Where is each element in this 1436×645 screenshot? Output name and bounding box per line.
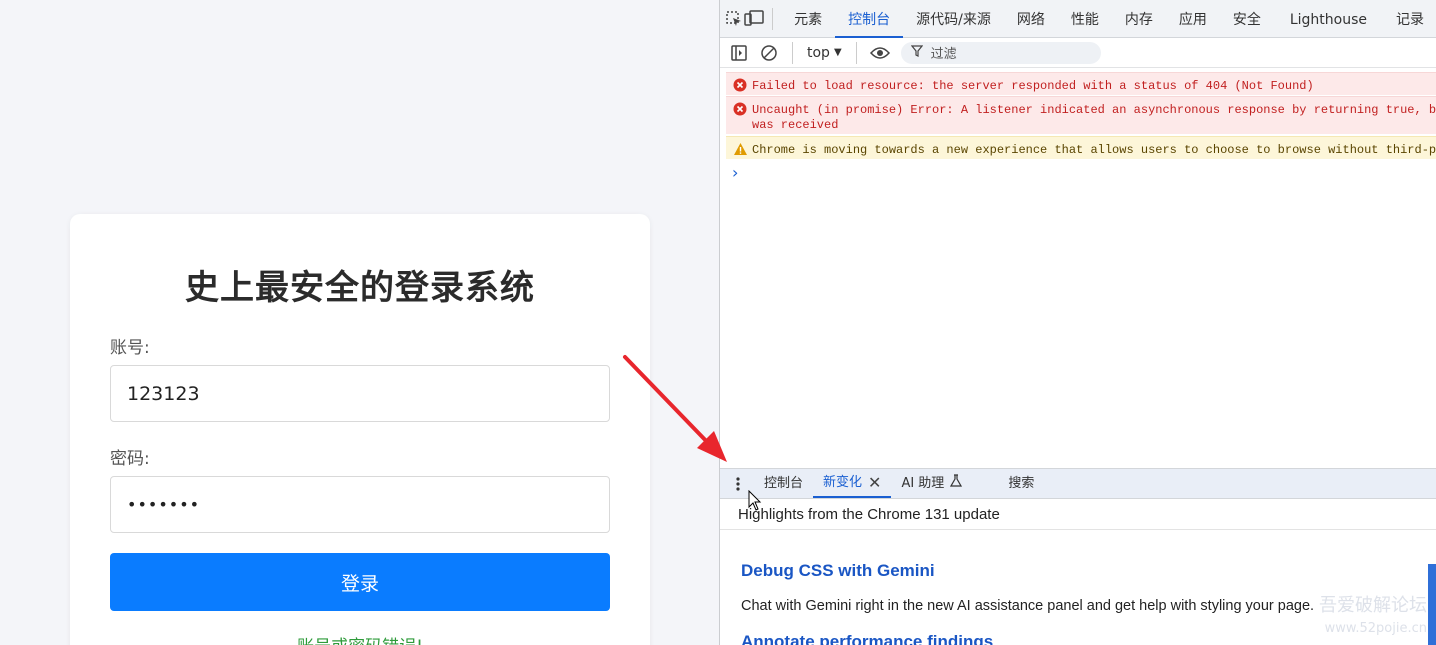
whats-new-panel: Highlights from the Chrome 131 update De… bbox=[720, 499, 1436, 645]
feature-title-link[interactable]: Annotate performance findings bbox=[741, 632, 993, 645]
tab-console[interactable]: 控制台 bbox=[835, 0, 904, 38]
console-message-text: Failed to load resource: the server resp… bbox=[752, 79, 1314, 93]
tab-security[interactable]: 安全 bbox=[1220, 0, 1274, 38]
highlights-heading: Highlights from the Chrome 131 update bbox=[738, 506, 1000, 523]
close-icon[interactable]: ✕ bbox=[868, 468, 881, 498]
drawer-tab-ai-assistance[interactable]: AI 助理 bbox=[891, 469, 972, 498]
filter-icon bbox=[910, 44, 923, 61]
tab-network[interactable]: 网络 bbox=[1004, 0, 1058, 38]
tab-performance[interactable]: 性能 bbox=[1058, 0, 1112, 38]
console-message[interactable]: Failed to load resource: the server resp… bbox=[726, 72, 1436, 95]
drawer-tab-whats-new[interactable]: 新变化 ✕ bbox=[813, 468, 892, 498]
login-card: 史上最安全的登录系统 账号: 123123 密码: ••••••• 登录 账号或… bbox=[70, 214, 650, 645]
console-message[interactable]: Uncaught (in promise) Error: A listener … bbox=[726, 96, 1436, 134]
error-icon bbox=[733, 78, 747, 95]
page-title: 史上最安全的登录系统 bbox=[185, 268, 535, 308]
drawer-tab-label: 新变化 bbox=[823, 474, 863, 490]
console-message[interactable]: Chrome is moving towards a new experienc… bbox=[726, 136, 1436, 159]
warning-icon bbox=[733, 142, 748, 159]
drawer-tab-search[interactable]: 搜索 bbox=[998, 469, 1044, 498]
console-message-text-line2: was received bbox=[752, 118, 839, 132]
context-label: top bbox=[807, 44, 830, 61]
feature-title-link[interactable]: Debug CSS with Gemini bbox=[741, 561, 935, 581]
clear-console-icon[interactable] bbox=[754, 38, 784, 68]
web-page: 史上最安全的登录系统 账号: 123123 密码: ••••••• 登录 账号或… bbox=[0, 0, 719, 645]
mouse-cursor-icon bbox=[748, 490, 762, 511]
account-input[interactable]: 123123 bbox=[110, 365, 610, 422]
tab-elements[interactable]: 元素 bbox=[781, 0, 835, 38]
tab-application[interactable]: 应用 bbox=[1166, 0, 1220, 38]
watermark-text: 吾爱破解论坛 bbox=[1319, 595, 1427, 616]
error-icon bbox=[733, 102, 747, 120]
flask-icon bbox=[950, 469, 963, 499]
console-prompt-icon[interactable]: › bbox=[732, 163, 738, 182]
inspect-element-icon[interactable] bbox=[724, 4, 744, 34]
devtools-tab-bar: 元素 控制台 源代码/来源 网络 性能 内存 应用 安全 Lighthouse … bbox=[720, 0, 1436, 38]
drawer-tab-bar: 控制台 新变化 ✕ AI 助理 搜索 bbox=[720, 468, 1436, 499]
password-label: 密码: bbox=[110, 449, 150, 469]
account-label: 账号: bbox=[110, 338, 150, 358]
login-button[interactable]: 登录 bbox=[110, 553, 610, 611]
filter-input[interactable]: 过滤 bbox=[900, 41, 1101, 64]
filter-placeholder: 过滤 bbox=[930, 47, 957, 62]
device-toolbar-icon[interactable] bbox=[744, 4, 765, 34]
drawer-tab-console[interactable]: 控制台 bbox=[754, 469, 813, 498]
console-message-text: Chrome is moving towards a new experienc… bbox=[752, 143, 1436, 157]
tab-recorder[interactable]: 记录 bbox=[1383, 0, 1436, 38]
chevron-down-icon: ▼ bbox=[833, 47, 842, 58]
error-message: 账号或密码错误! bbox=[70, 632, 650, 645]
tab-memory[interactable]: 内存 bbox=[1112, 0, 1166, 38]
console-toolbar: top ▼ 过滤 bbox=[720, 38, 1436, 68]
context-selector[interactable]: top ▼ bbox=[801, 45, 848, 61]
console-message-text: Uncaught (in promise) Error: A listener … bbox=[752, 103, 1436, 117]
drawer-tab-label: AI 助理 bbox=[901, 475, 945, 491]
tab-sources[interactable]: 源代码/来源 bbox=[903, 0, 1004, 38]
feature-description: Chat with Gemini right in the new AI ass… bbox=[741, 598, 1315, 614]
devtools-panel: 元素 控制台 源代码/来源 网络 性能 内存 应用 安全 Lighthouse … bbox=[719, 0, 1436, 645]
live-expression-eye-icon[interactable] bbox=[865, 38, 895, 68]
scroll-edge bbox=[1428, 564, 1436, 645]
sidebar-toggle-icon[interactable] bbox=[724, 38, 754, 68]
password-input[interactable]: ••••••• bbox=[110, 476, 610, 533]
tab-lighthouse[interactable]: Lighthouse bbox=[1274, 0, 1383, 38]
watermark-url: www.52pojie.cn bbox=[1324, 621, 1427, 636]
